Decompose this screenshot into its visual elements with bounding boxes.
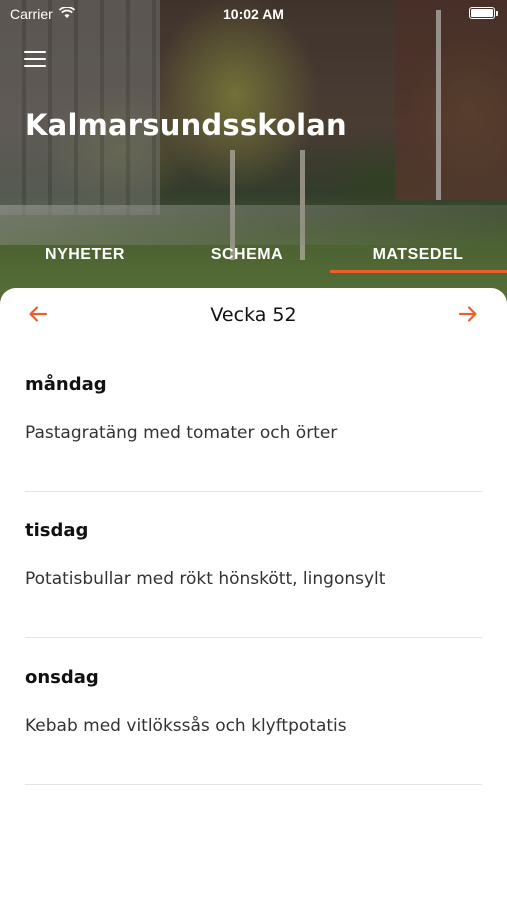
list-item-day: onsdag Kebab med vitlökssås och klyftpot… [25, 667, 482, 736]
divider [25, 637, 482, 638]
menu-card: Vecka 52 måndag Pastagratäng med tomater… [0, 288, 507, 900]
list-item-day: tisdag Potatisbullar med rökt hönskött, … [25, 520, 482, 589]
meal-text: Potatisbullar med rökt hönskött, lingons… [25, 569, 386, 589]
tab-nyheter[interactable]: NYHETER [0, 236, 170, 276]
list-item-day: måndag Pastagratäng med tomater och örte… [25, 374, 482, 443]
status-bar: Carrier 10:02 AM [0, 0, 507, 28]
divider [25, 491, 482, 492]
day-name: onsdag [25, 667, 99, 688]
week-label: Vecka 52 [210, 304, 297, 326]
header-banner: Carrier 10:02 AM Kalmarsundsskolan NYHET… [0, 0, 507, 310]
page-title: Kalmarsundsskolan [25, 108, 347, 142]
divider [25, 784, 482, 785]
day-name: måndag [25, 374, 107, 395]
meal-text: Pastagratäng med tomater och örter [25, 423, 338, 443]
hamburger-menu-icon[interactable] [24, 51, 48, 69]
week-navigation: Vecka 52 [0, 288, 507, 344]
arrow-right-icon[interactable] [458, 304, 480, 326]
tab-schema[interactable]: SCHEMA [162, 236, 332, 276]
day-name: tisdag [25, 520, 89, 541]
status-time: 10:02 AM [223, 6, 284, 22]
battery-icon [469, 7, 498, 19]
active-tab-indicator [330, 270, 507, 273]
meal-text: Kebab med vitlökssås och klyftpotatis [25, 716, 347, 736]
